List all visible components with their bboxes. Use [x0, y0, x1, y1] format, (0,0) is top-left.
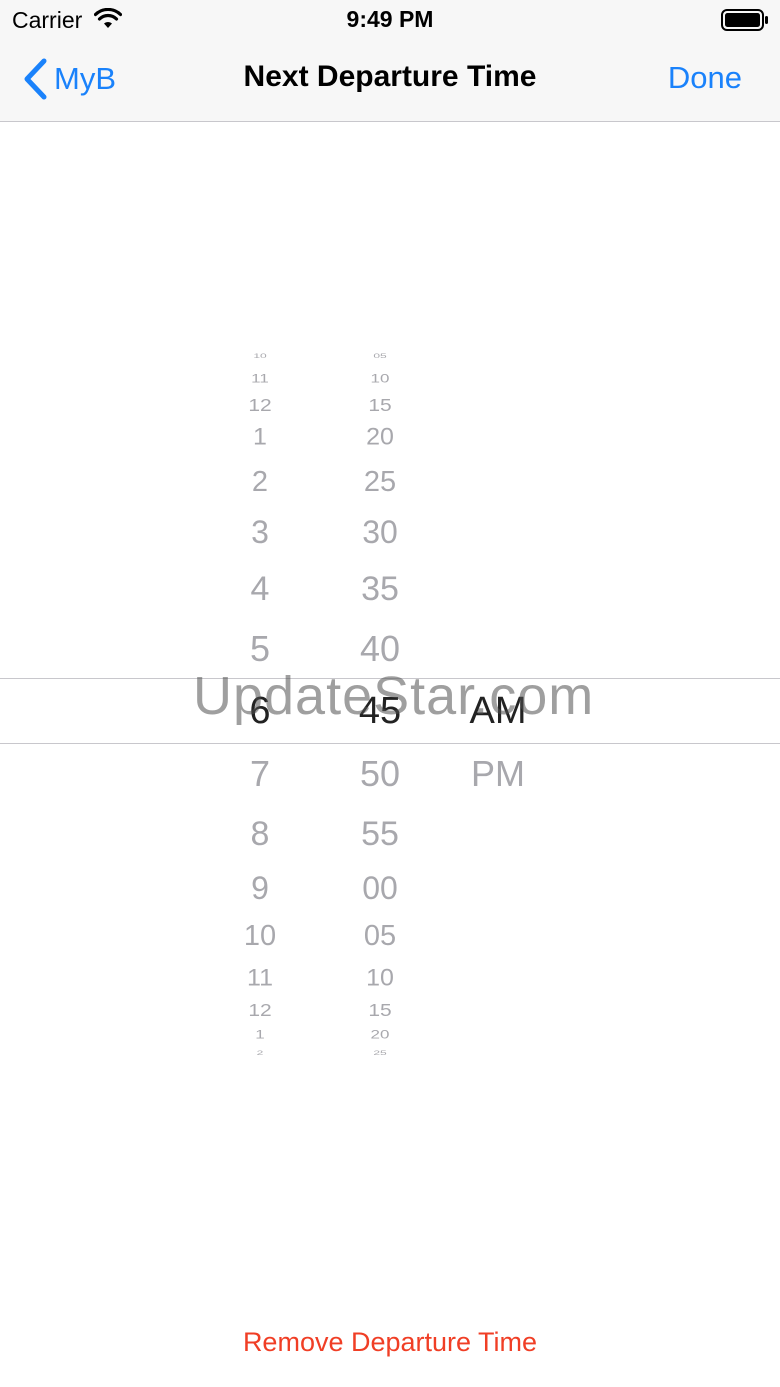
minute-option[interactable]: 40: [330, 631, 430, 667]
minute-option[interactable]: 25: [330, 468, 430, 497]
remove-departure-time-button[interactable]: Remove Departure Time: [0, 1327, 780, 1358]
hour-option[interactable]: 3: [210, 516, 310, 548]
hour-option[interactable]: 2: [210, 468, 310, 497]
done-button[interactable]: Done: [668, 60, 742, 96]
minute-option[interactable]: 50: [330, 756, 430, 792]
hour-option[interactable]: 4: [210, 572, 310, 606]
minute-option[interactable]: 20: [330, 425, 430, 450]
minute-option[interactable]: 05: [330, 353, 430, 359]
navigation-bar: MyB Next Departure Time Done: [0, 40, 780, 122]
minute-option[interactable]: 10: [330, 373, 430, 385]
hour-option[interactable]: 11: [210, 966, 310, 991]
hour-option[interactable]: 11: [210, 373, 310, 385]
hour-option[interactable]: 2: [210, 1050, 310, 1056]
minute-option[interactable]: 55: [330, 817, 430, 851]
hour-option[interactable]: 9: [210, 872, 310, 904]
hour-option[interactable]: 10: [210, 922, 310, 951]
minute-option[interactable]: 15: [330, 1002, 430, 1020]
minute-option[interactable]: 25: [330, 1050, 430, 1056]
hour-option[interactable]: 7: [210, 756, 310, 792]
hour-option[interactable]: 1: [210, 1029, 310, 1041]
hour-option[interactable]: 8: [210, 817, 310, 851]
minute-option[interactable]: 35: [330, 572, 430, 606]
minute-option[interactable]: 00: [330, 872, 430, 904]
hour-option[interactable]: 10: [210, 353, 310, 359]
minute-option[interactable]: 30: [330, 516, 430, 548]
minute-option[interactable]: 05: [330, 922, 430, 951]
battery-icon: [721, 9, 768, 31]
watermark: UpdateStar.com: [193, 666, 595, 726]
minute-option[interactable]: 20: [330, 1029, 430, 1041]
page-title: Next Departure Time: [243, 60, 537, 93]
status-time: 9:49 PM: [346, 6, 434, 32]
minute-option[interactable]: 10: [330, 966, 430, 991]
status-bar: Carrier 9:49 PM: [0, 0, 780, 40]
hour-option[interactable]: 12: [210, 397, 310, 415]
hour-option[interactable]: 5: [210, 631, 310, 667]
hour-option[interactable]: 12: [210, 1002, 310, 1020]
minute-option[interactable]: 15: [330, 397, 430, 415]
hour-option[interactable]: 1: [210, 425, 310, 450]
period-option-pm[interactable]: PM: [448, 756, 548, 792]
